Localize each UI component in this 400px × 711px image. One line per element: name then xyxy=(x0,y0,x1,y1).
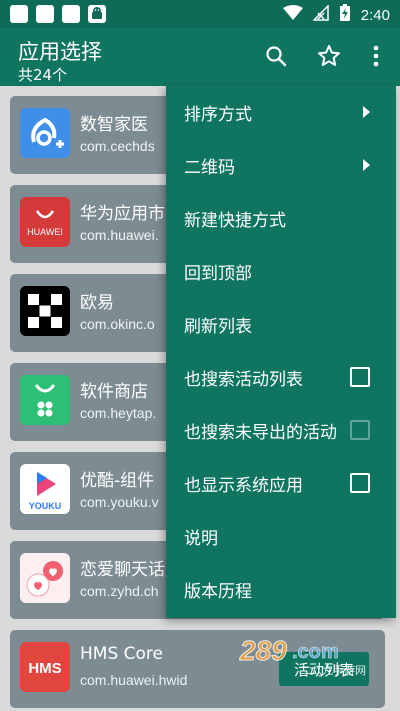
app-name: 恋爱聊天话 xyxy=(80,560,165,580)
search-icon[interactable] xyxy=(262,42,290,70)
app-package: com.zyhd.ch xyxy=(80,583,159,599)
menu-item-help[interactable]: 说明 xyxy=(166,510,396,563)
app-package: com.cechds xyxy=(80,138,155,154)
app-name: 数智家医 xyxy=(80,115,148,135)
menu-item-sort[interactable]: 排序方式 xyxy=(166,86,396,139)
site-watermark: 289 .com 二八九手游网 xyxy=(230,630,380,680)
app-package: com.heytap. xyxy=(80,405,157,421)
page-title: 应用选择 xyxy=(18,40,102,64)
app-package: com.okinc.o xyxy=(80,316,155,332)
menu-item-qrcode[interactable]: 二维码 xyxy=(166,139,396,192)
svg-text:二八九手游网: 二八九手游网 xyxy=(300,663,366,677)
notification-icon xyxy=(10,5,28,23)
app-package: com.huawei.hwid xyxy=(80,672,188,688)
menu-item-back-to-top[interactable]: 回到顶部 xyxy=(166,245,396,298)
menu-item-label: 版本历程 xyxy=(184,582,252,602)
svg-text:HUAWEI: HUAWEI xyxy=(27,227,63,237)
app-name: 软件商店 xyxy=(80,382,148,402)
overflow-menu: 排序方式 二维码 新建快捷方式 回到顶部 刷新列表 也搜索活动列表 也搜索未导出… xyxy=(166,86,396,618)
app-package: com.youku.v xyxy=(80,494,159,510)
software-store-icon xyxy=(20,375,70,425)
wifi-icon xyxy=(282,5,303,25)
menu-item-label: 刷新列表 xyxy=(184,317,252,337)
app-bar: 应用选择 共24个 xyxy=(0,28,400,86)
more-vert-icon[interactable] xyxy=(362,42,390,70)
menu-item-version-history[interactable]: 版本历程 xyxy=(166,563,396,616)
menu-item-label: 也显示系统应用 xyxy=(184,476,303,496)
svg-text:HMS: HMS xyxy=(28,660,61,677)
submenu-arrow-icon xyxy=(363,106,370,118)
menu-item-label: 也搜索未导出的活动 xyxy=(184,423,337,443)
chat-love-icon xyxy=(20,553,70,603)
status-time: 2:40 xyxy=(360,6,390,24)
menu-item-show-system-apps[interactable]: 也显示系统应用 xyxy=(166,457,396,510)
notification-icon xyxy=(62,5,80,23)
app-count: 共24个 xyxy=(18,66,68,84)
menu-item-label: 说明 xyxy=(184,529,218,549)
signal-icon xyxy=(311,4,329,25)
app-name: HMS Core xyxy=(80,644,163,664)
notification-icon xyxy=(36,5,54,23)
svg-text:289: 289 xyxy=(239,635,287,666)
menu-item-label: 二维码 xyxy=(184,158,235,178)
app-name: 优酷-组件 xyxy=(80,471,155,491)
svg-text:YOUKU: YOUKU xyxy=(29,501,62,511)
checkbox[interactable] xyxy=(350,367,370,387)
menu-item-search-activities[interactable]: 也搜索活动列表 xyxy=(166,351,396,404)
status-bar: 2:40 xyxy=(0,0,400,28)
menu-item-label: 也搜索活动列表 xyxy=(184,370,303,390)
menu-item-search-unexported: 也搜索未导出的活动 xyxy=(166,404,396,457)
checkbox xyxy=(350,420,370,440)
shuzhi-app-icon xyxy=(20,108,70,158)
svg-text:.com: .com xyxy=(292,641,339,663)
battery-charging-icon xyxy=(339,4,351,26)
android-robot-icon xyxy=(88,5,106,23)
app-name: 华为应用市 xyxy=(80,204,165,224)
submenu-arrow-icon xyxy=(363,159,370,171)
huawei-appgallery-icon: HUAWEI xyxy=(20,197,70,247)
hms-icon: HMS xyxy=(20,642,70,692)
menu-item-label: 回到顶部 xyxy=(184,264,252,284)
star-outline-icon[interactable] xyxy=(315,42,343,70)
app-name: 欧易 xyxy=(80,293,114,313)
checkbox[interactable] xyxy=(350,473,370,493)
menu-item-new-shortcut[interactable]: 新建快捷方式 xyxy=(166,192,396,245)
menu-item-label: 新建快捷方式 xyxy=(184,211,286,231)
menu-item-label: 排序方式 xyxy=(184,105,252,125)
okx-icon xyxy=(20,286,70,336)
menu-item-refresh[interactable]: 刷新列表 xyxy=(166,298,396,351)
youku-icon: YOUKU xyxy=(20,464,70,514)
app-package: com.huawei. xyxy=(80,227,159,243)
